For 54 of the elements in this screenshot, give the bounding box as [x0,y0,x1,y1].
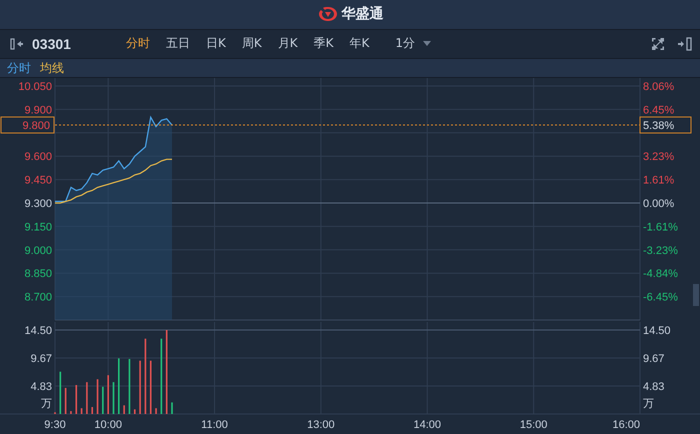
axis-label: 8.700 [24,292,52,304]
stock-code: 03301 [32,36,72,52]
axis-label: 9.67 [30,353,52,365]
axis-label: 9.600 [24,151,52,164]
ref-line-label: 9.800 [22,120,50,132]
axis-label: 8.850 [24,268,52,280]
collapse-icon[interactable] [10,38,24,50]
current-change-label: 5.38% [640,116,692,134]
caret-icon [423,41,432,46]
time-label: 9:30 [44,419,66,432]
axis-label: -4.84% [643,268,678,280]
legend-label: 均线 [40,60,64,77]
axis-label: 10.050 [18,81,52,94]
axis-label: 9.900 [24,104,52,116]
period-tab[interactable]: 日K [200,35,232,52]
axis-label: 4.83 [643,381,664,394]
axis-label: -1.61% [643,221,678,234]
expand-panel-icon[interactable] [678,36,692,51]
axis-label: 14.50 [643,325,671,338]
period-tab[interactable]: 五日 [160,35,196,52]
interval-dropdown[interactable]: 1分 [389,34,438,54]
axis-label: 8.06% [643,81,674,94]
axis-label: 9.450 [24,174,52,187]
period-tab[interactable]: 年K [344,35,376,52]
time-label: 13:00 [307,419,335,432]
period-tab[interactable]: 周K [236,35,268,52]
axis-label: 1.61% [643,174,674,187]
axis-label: 9.000 [24,244,52,257]
logo-icon [316,5,338,24]
current-price-label: 9.800 [0,116,54,134]
unit-label: 万 [643,398,654,410]
axis-label: -3.23% [643,244,678,257]
axis-label: 3.23% [643,151,674,164]
axis-label: 9.150 [24,221,52,234]
axis-label: 4.83 [30,381,52,394]
fullscreen-icon[interactable] [652,38,664,50]
time-label: 16:00 [612,419,640,432]
period-tab[interactable]: 月K [272,35,304,52]
legend-label: 分时 [7,60,31,77]
axis-label: -6.45% [643,292,678,304]
scroll-bar[interactable] [693,284,699,306]
period-tab[interactable]: 分时 [120,35,156,52]
period-tab[interactable]: 季K [308,35,340,52]
logo-text: 华盛通 [342,5,384,24]
axis-label: 14.50 [24,325,52,338]
axis-label: 6.45% [643,104,674,116]
axis-label: 0.00% [643,198,674,210]
time-label: 11:00 [201,419,228,432]
axis-label: 9.67 [643,353,664,365]
axis-label: 9.300 [24,198,52,210]
unit-label: 万 [41,398,52,410]
time-label: 14:00 [414,419,442,432]
time-label: 10:00 [94,419,122,432]
time-label: 15:00 [520,419,548,432]
